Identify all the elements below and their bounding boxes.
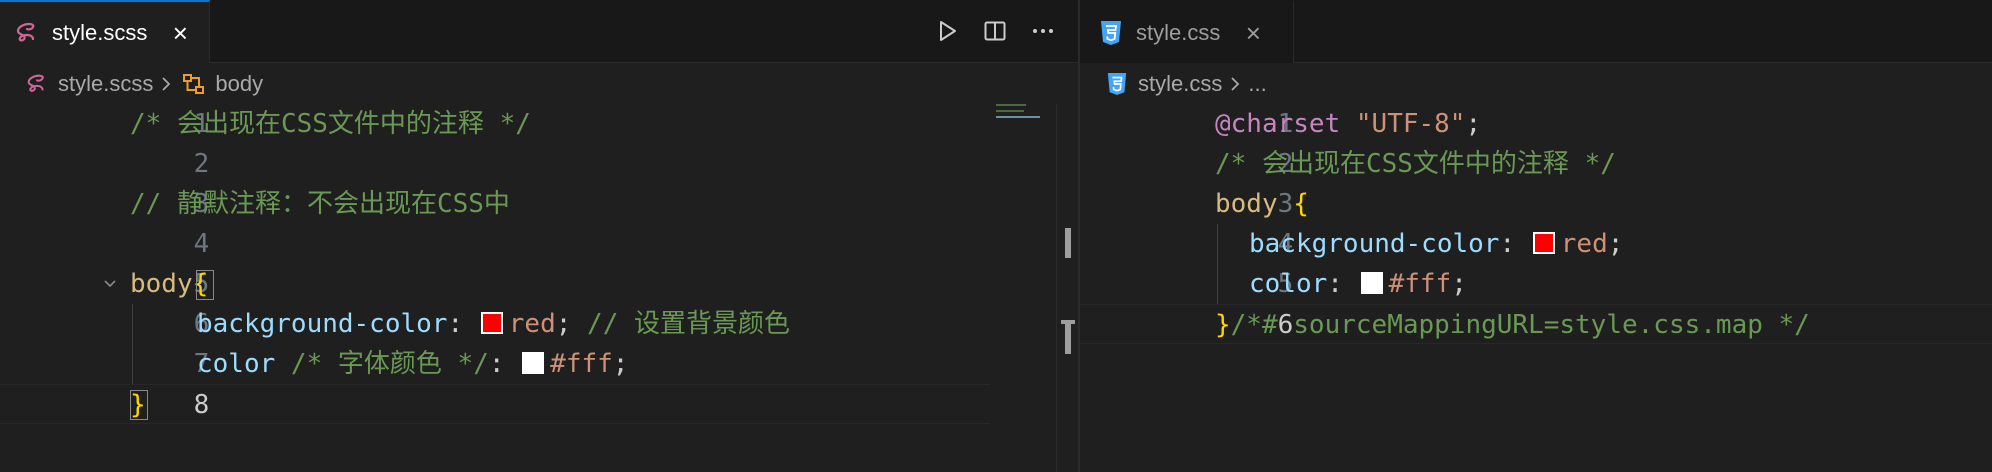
code-line: 3 // 静默注释：不会出现在CSS中 (0, 184, 1078, 224)
comment-token: /* 会出现在CSS文件中的注释 */ (130, 109, 531, 139)
indent-guide (1217, 224, 1218, 304)
colon-token: : (1499, 229, 1531, 259)
property-token: background-color (197, 309, 448, 339)
code-line: 2 /* 会出现在CSS文件中的注释 */ (1080, 144, 1992, 184)
code-line: 1 @charset "UTF-8"; (1080, 104, 1992, 144)
semicolon-token: ; (1451, 269, 1467, 299)
css3-icon (1096, 18, 1126, 48)
semicolon-token: ; (612, 349, 629, 379)
brace-token: { (1293, 189, 1309, 219)
editor-actions (930, 14, 1060, 48)
color-swatch-red[interactable] (1532, 232, 1555, 254)
property-token: color (1249, 269, 1328, 299)
breadcrumb-file[interactable]: style.scss (22, 69, 153, 99)
breadcrumb-file-label: style.scss (58, 71, 154, 96)
comment-token: // 静默注释：不会出现在CSS中 (130, 189, 510, 219)
color-swatch-red[interactable] (480, 312, 503, 334)
code-line-current: 8 } (0, 384, 990, 424)
code-line: 3 body { (1080, 184, 1992, 224)
breadcrumb-file-label: style.css (1138, 71, 1223, 96)
selector-token: body (1215, 189, 1294, 219)
code-line-current: 6 }/*# sourceMappingURL=style.css.map */ (1080, 304, 1992, 344)
breadcrumb-ellipsis[interactable]: ... (1248, 71, 1266, 97)
comment-token: /* 字体颜色 */ (275, 349, 489, 379)
close-icon[interactable]: × (167, 20, 193, 46)
line-number: 4 (193, 229, 210, 259)
line-content: background-color: red; (1249, 224, 1623, 264)
tab-bar-right: style.css × (1080, 0, 1992, 63)
code-line: 2 (0, 144, 1078, 184)
css3-icon (1102, 69, 1132, 99)
color-swatch-white[interactable] (522, 352, 545, 374)
colon-token: : (447, 309, 464, 339)
code-line: 1 /* 会出现在CSS文件中的注释 */ (0, 104, 1078, 144)
editor-group-left: style.scss × style.scss body 1 /* 会出现在CS… (0, 0, 1078, 472)
chevron-right-icon (157, 75, 175, 93)
bracket-match-highlight (130, 390, 148, 420)
vertical-scrollbar[interactable] (1056, 104, 1078, 472)
sass-icon (12, 18, 42, 48)
line-content: /* 会出现在CSS文件中的注释 */ (1215, 144, 1616, 184)
scrollbar-marker (1065, 320, 1071, 354)
color-swatch-white[interactable] (1360, 272, 1383, 294)
breadcrumb-right: style.css ... (1080, 64, 1992, 104)
close-icon[interactable]: × (1240, 20, 1266, 46)
run-icon[interactable] (930, 14, 964, 48)
tab-bar-left: style.scss × (0, 0, 1078, 63)
value-token: #fff (550, 349, 613, 379)
split-editor-icon[interactable] (978, 14, 1012, 48)
semicolon-token: ; (555, 309, 572, 339)
comment-token: /* 会出现在CSS文件中的注释 */ (1215, 149, 1616, 179)
line-number: 2 (193, 149, 210, 179)
scrollbar-marker (1065, 228, 1071, 258)
code-line: 5 body{ (0, 264, 1078, 304)
tab-style-css[interactable]: style.css × (1080, 0, 1294, 63)
line-content: @charset "UTF-8"; (1215, 104, 1481, 144)
colon-token: : (1327, 269, 1359, 299)
string-token: "UTF-8" (1340, 109, 1466, 139)
property-token: color (197, 349, 276, 379)
chevron-down-icon[interactable] (98, 264, 122, 304)
code-editor-right[interactable]: 1 @charset "UTF-8"; 2 /* 会出现在CSS文件中的注释 *… (1080, 104, 1992, 472)
selector-token: body (130, 269, 193, 299)
brace-token: } (1215, 310, 1231, 340)
property-token: background-color (1249, 229, 1500, 259)
comment-token: /*# sourceMappingURL=style.css.map */ (1230, 310, 1810, 340)
at-rule-token: @charset (1215, 109, 1341, 139)
tab-style-scss[interactable]: style.scss × (0, 0, 210, 63)
line-content: color: #fff; (1249, 264, 1467, 304)
value-token: red (508, 309, 556, 339)
line-content: /* 会出现在CSS文件中的注释 */ (130, 104, 531, 144)
value-token: #fff (1388, 269, 1452, 299)
line-content: body { (1215, 184, 1309, 224)
editor-group-right: style.css × style.css ... 1 @charset "UT… (1080, 0, 1992, 472)
workbench: style.scss × style.scss body 1 /* 会出现在CS… (0, 0, 1992, 472)
code-line: 4 (0, 224, 1078, 264)
semicolon-token: ; (1465, 109, 1482, 139)
chevron-right-icon (1226, 75, 1244, 93)
value-token: red (1560, 229, 1608, 259)
code-editor-left[interactable]: 1 /* 会出现在CSS文件中的注释 */ 2 3 // 静默注释：不会出现在C… (0, 104, 1078, 472)
symbol-structure-icon (179, 69, 209, 99)
semicolon-token: ; (1607, 229, 1624, 259)
more-actions-icon[interactable] (1026, 14, 1060, 48)
code-line: 7 color /* 字体颜色 */: #fff; (0, 344, 1078, 384)
breadcrumb-symbol[interactable]: body (179, 69, 263, 99)
breadcrumb-symbol-label: body (215, 71, 264, 96)
bracket-match-highlight (196, 270, 214, 300)
line-content: }/*# sourceMappingURL=style.css.map */ (1215, 305, 1810, 345)
indent-guide (132, 304, 133, 384)
minimap[interactable] (996, 104, 1042, 124)
line-content: background-color: red; // 设置背景颜色 (197, 304, 790, 344)
tab-title: style.css (1136, 19, 1221, 45)
line-content: // 静默注释：不会出现在CSS中 (130, 184, 510, 224)
breadcrumb-left: style.scss body (0, 64, 1078, 104)
tab-title: style.scss (52, 19, 148, 45)
sass-icon (22, 69, 52, 99)
line-content: color /* 字体颜色 */: #fff; (197, 344, 628, 384)
code-line: 6 background-color: red; // 设置背景颜色 (0, 304, 1078, 344)
colon-token: : (488, 349, 505, 379)
breadcrumb-file[interactable]: style.css (1102, 69, 1222, 99)
comment-token: // 设置背景颜色 (571, 309, 791, 339)
